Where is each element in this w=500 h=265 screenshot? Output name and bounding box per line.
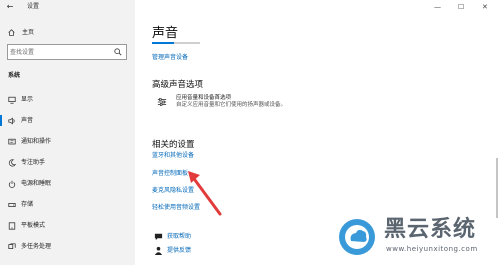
sidebar-item-notifications[interactable]: 通知和操作 — [0, 133, 135, 150]
sound-control-panel-link[interactable]: 声音控制面板 — [152, 169, 188, 178]
app-volume-preferences-item[interactable]: 应用音量和设备首选项 自定义应用音量和它们使用的扬声器或设备。 — [152, 95, 352, 111]
search-input[interactable] — [10, 46, 110, 58]
sidebar-item-focus-assist[interactable]: 专注助手 — [0, 154, 135, 171]
sidebar-item-sound[interactable]: 声音 — [0, 112, 135, 129]
sidebar-item-storage[interactable]: 存储 — [0, 196, 135, 213]
get-help-link[interactable]: 获取帮助 — [167, 231, 191, 242]
sidebar-item-label: 显示 — [21, 96, 34, 103]
power-icon — [8, 180, 16, 188]
title-bar: ← 设置 — [0, 0, 135, 14]
sidebar-item-label: 多任务处理 — [21, 243, 52, 250]
advanced-sound-options-heading: 高级声音选项 — [152, 80, 204, 90]
search-box[interactable] — [7, 44, 127, 60]
feedback-link[interactable]: 提供反馈 — [167, 245, 191, 256]
related-settings-heading: 相关的设置 — [152, 140, 195, 150]
volume-progress-fill — [152, 42, 174, 44]
maximize-icon[interactable]: ☐ — [458, 2, 464, 12]
annotation-arrow-icon — [188, 171, 222, 216]
sidebar-item-label: 主页 — [22, 29, 35, 36]
storage-icon — [8, 203, 16, 207]
speaker-icon — [8, 117, 15, 125]
app-volume-title: 应用音量和设备首选项 — [176, 95, 232, 101]
sidebar-item-label: 声音 — [21, 117, 34, 124]
page-title: 声音 — [152, 26, 179, 41]
tablet-icon — [8, 222, 16, 230]
sidebar-item-display[interactable]: 显示 — [0, 91, 135, 108]
feedback-item[interactable]: 提供反馈 — [152, 245, 252, 257]
sidebar-item-power[interactable]: 电源和睡眠 — [0, 175, 135, 192]
sidebar-item-label: 专注助手 — [21, 159, 46, 166]
section-label-system: 系统 — [8, 72, 21, 79]
cloud-logo-icon — [339, 219, 375, 255]
scrollbar[interactable] — [496, 158, 498, 218]
sidebar-item-label: 存储 — [21, 201, 34, 208]
watermark-url: www.heiyunxitong.com — [386, 245, 478, 253]
sidebar-item-home[interactable]: 主页 — [0, 26, 135, 40]
sidebar-item-tablet-mode[interactable]: 平板模式 — [0, 217, 135, 234]
multitask-icon — [8, 243, 16, 249]
close-icon[interactable]: ✕ — [482, 2, 488, 12]
watermark: 黑云系统 www.heiyunxitong.com — [334, 210, 500, 265]
monitor-icon — [8, 96, 16, 104]
minimize-icon[interactable]: — — [434, 2, 441, 12]
manage-sound-devices-link[interactable]: 管理声音设备 — [152, 53, 188, 62]
sidebar-item-multitasking[interactable]: 多任务处理 — [0, 238, 135, 255]
notification-icon — [8, 138, 16, 145]
app-volume-text: 应用音量和设备首选项 自定义应用音量和它们使用的扬声器或设备。 — [176, 95, 286, 109]
watermark-name: 黑云系统 — [384, 217, 477, 242]
window-controls: — ☐ ✕ — [434, 2, 494, 12]
sidebar-item-label: 通知和操作 — [21, 138, 52, 145]
search-icon[interactable] — [114, 48, 122, 56]
app-volume-description: 自定义应用音量和它们使用的扬声器或设备。 — [176, 102, 287, 108]
sidebar: ← 设置 主页 系统 显示 声音 — [0, 0, 135, 265]
sidebar-item-label: 平板模式 — [21, 222, 46, 229]
bluetooth-devices-link[interactable]: 蓝牙和其他设备 — [152, 151, 194, 160]
feedback-person-icon — [154, 246, 163, 255]
sliders-icon — [157, 98, 167, 106]
volume-progress-bar — [152, 42, 200, 44]
moon-icon — [8, 159, 16, 167]
app-title: 设置 — [27, 3, 40, 10]
get-help-item[interactable]: 获取帮助 — [152, 231, 252, 243]
back-arrow-icon[interactable]: ← — [5, 2, 15, 12]
help-chat-icon — [154, 233, 163, 241]
home-icon — [8, 29, 15, 36]
sidebar-item-label: 电源和睡眠 — [21, 180, 52, 187]
